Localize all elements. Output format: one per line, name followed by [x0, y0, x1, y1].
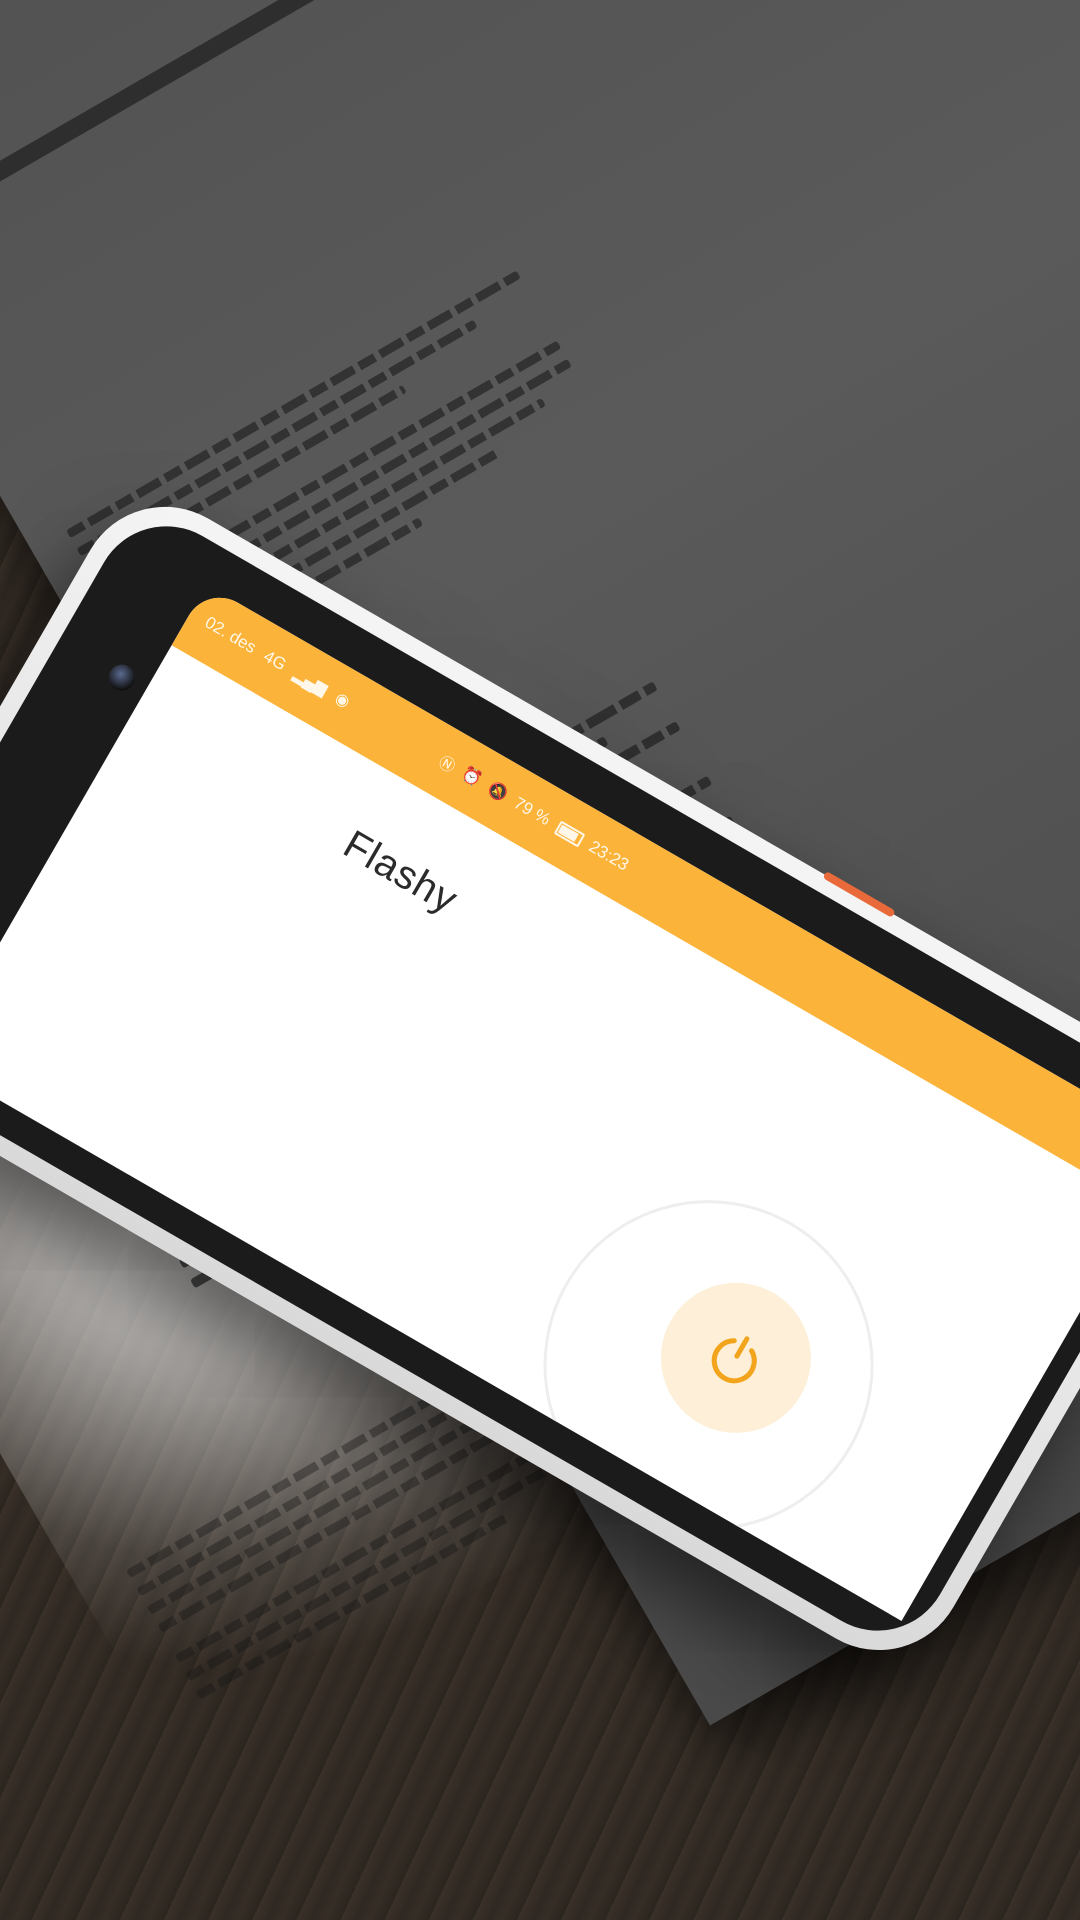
signal-icon: ▂▄▆ — [290, 665, 331, 699]
promo-scene: 02. des 4G ▂▄▆ ◉ Ⓝ ⏰ 🔕 79 % 23:23 Flashy — [0, 0, 1080, 1920]
status-date: 02. des — [201, 612, 260, 658]
nfc-icon: Ⓝ — [435, 753, 458, 777]
notification-icon: ◉ — [331, 689, 353, 712]
mute-icon: 🔕 — [484, 780, 511, 805]
alarm-icon: ⏰ — [458, 765, 485, 790]
network-type: 4G — [260, 646, 290, 675]
dial-handle[interactable] — [565, 1437, 588, 1460]
front-camera — [103, 659, 140, 696]
app-title: Flashy — [336, 822, 466, 923]
power-icon — [711, 1336, 757, 1384]
status-time: 23:23 — [585, 836, 633, 875]
battery-icon — [553, 819, 586, 847]
status-right: Ⓝ ⏰ 🔕 79 % 23:23 — [435, 749, 633, 877]
battery-percent: 79 % — [510, 793, 554, 830]
status-left: 02. des 4G ▂▄▆ ◉ — [201, 613, 353, 713]
